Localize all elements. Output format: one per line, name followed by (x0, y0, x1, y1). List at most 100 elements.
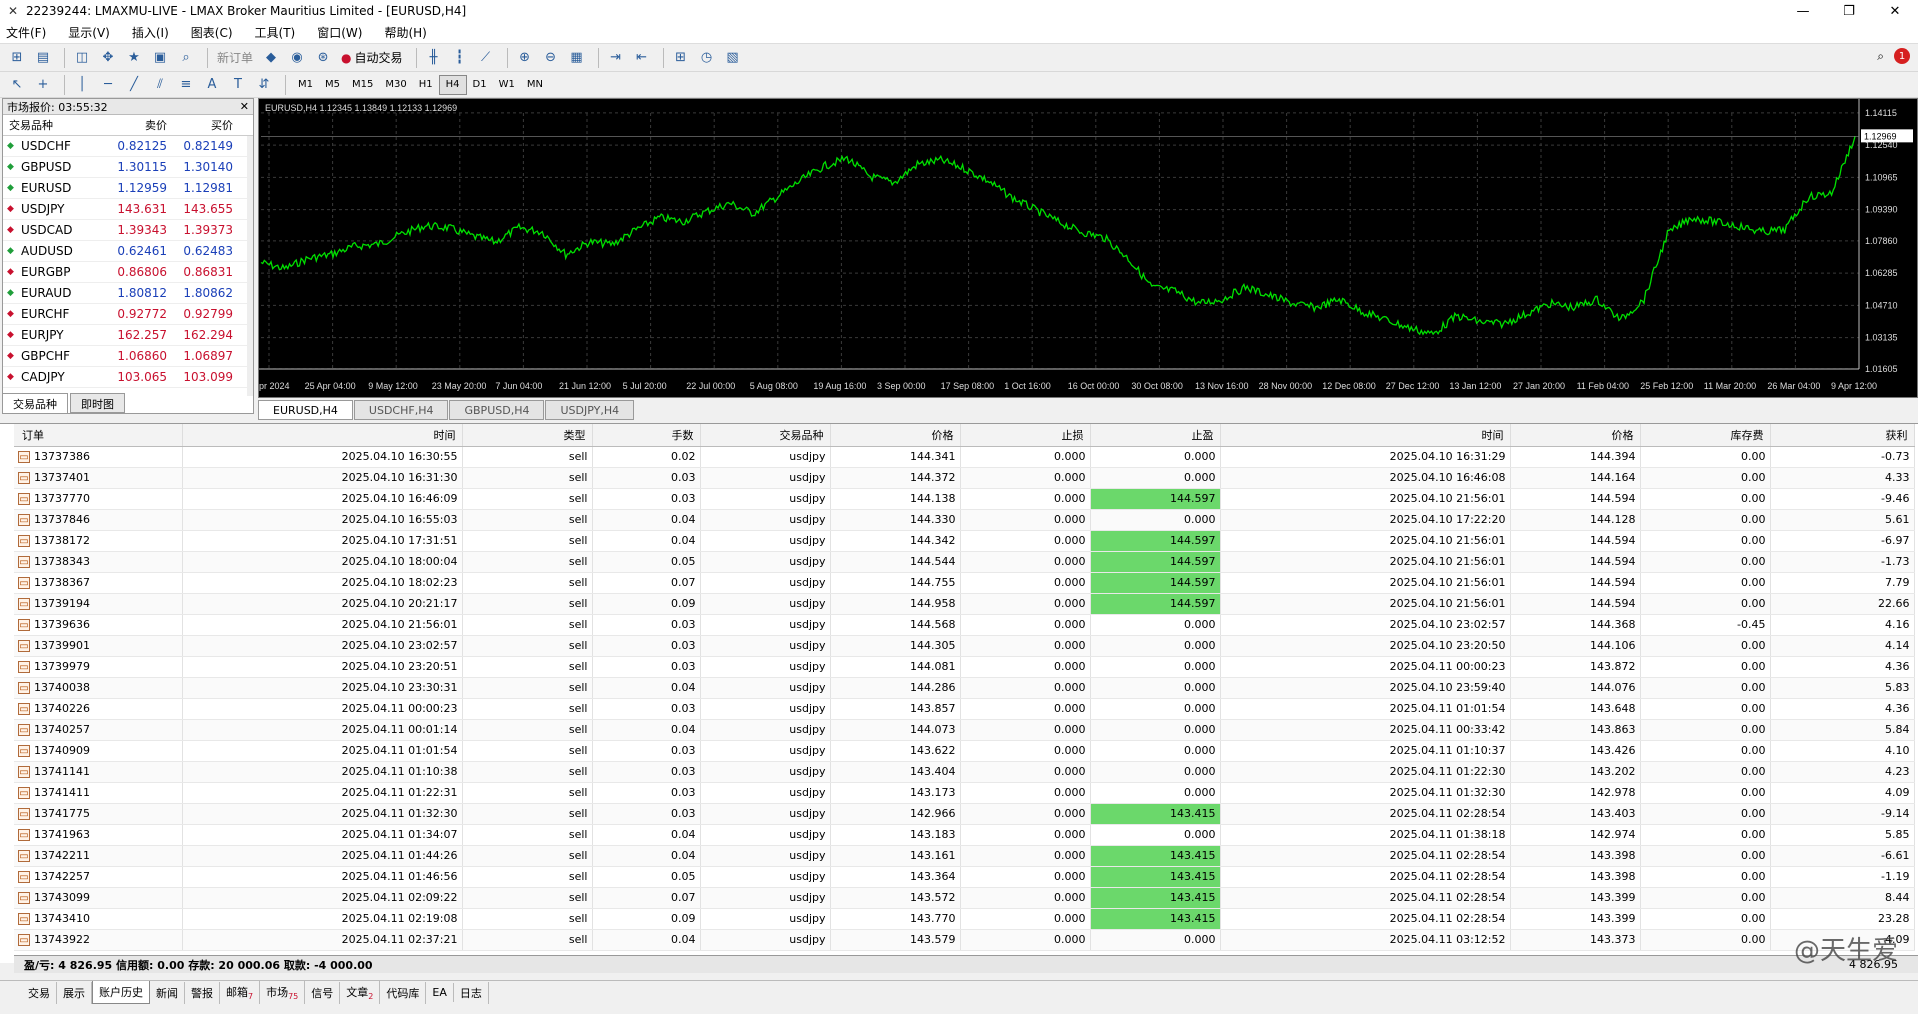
market-watch-row[interactable]: ◆ EURCHF 0.92772 0.92799 (3, 304, 253, 325)
market-watch-icon[interactable]: ◫ (71, 47, 93, 69)
column-header[interactable]: 类型 (462, 424, 593, 447)
minimize-button[interactable]: — (1780, 0, 1826, 22)
table-row[interactable]: ▭ 13737401 2025.04.10 16:31:30 sell 0.03 usdj… (14, 467, 1915, 489)
market-watch-row[interactable]: ◆ USDCHF 0.82125 0.82149 (3, 136, 253, 157)
tf-mn[interactable]: MN (521, 75, 549, 95)
table-row[interactable]: ▭ 13737386 2025.04.10 16:30:55 sell 0.02 usdj… (14, 446, 1915, 468)
table-row[interactable]: ▭ 13741141 2025.04.11 01:10:38 sell 0.03 usdj… (14, 761, 1915, 783)
text-label-icon[interactable]: T (227, 74, 249, 96)
chart-shift-icon[interactable]: ⇥ (605, 47, 627, 69)
column-header[interactable]: 价格 (830, 424, 961, 447)
auto-trading-button[interactable]: ● 自动交易 (338, 47, 406, 69)
market-watch-row[interactable]: ◆ USDJPY 143.631 143.655 (3, 199, 253, 220)
fibonacci-icon[interactable]: ≡ (175, 74, 197, 96)
column-header[interactable]: 获利 (1770, 424, 1915, 447)
tf-w1[interactable]: W1 (493, 75, 521, 95)
menu-charts[interactable]: 图表(C) (191, 24, 233, 41)
menu-file[interactable]: 文件(F) (6, 24, 46, 41)
table-row[interactable]: ▭ 13740226 2025.04.11 00:00:23 sell 0.03 usdj… (14, 698, 1915, 720)
signals-icon[interactable]: ⊛ (312, 47, 334, 69)
table-row[interactable]: ▭ 13740909 2025.04.11 01:01:54 sell 0.03 usdj… (14, 740, 1915, 762)
table-row[interactable]: ▭ 13742257 2025.04.11 01:46:56 sell 0.05 usdj… (14, 866, 1915, 888)
arrows-icon[interactable]: ⇵ (253, 74, 275, 96)
table-row[interactable]: ▭ 13738172 2025.04.10 17:31:51 sell 0.04 usdj… (14, 530, 1915, 552)
market-watch-row[interactable]: ◆ CADJPY 103.065 103.099 (3, 367, 253, 388)
column-header[interactable]: 时间 (182, 424, 463, 447)
table-row[interactable]: ▭ 13737770 2025.04.10 16:46:09 sell 0.03 usdj… (14, 488, 1915, 510)
table-row[interactable]: ▭ 13740257 2025.04.11 00:01:14 sell 0.04 usdj… (14, 719, 1915, 741)
tf-m15[interactable]: M15 (346, 75, 379, 95)
price-chart[interactable]: 1.12969 1.14115 1.12540 1.10965 1.09390 1.078… (258, 98, 1918, 398)
metaeditor-icon[interactable]: ◆ (260, 47, 282, 69)
column-header[interactable]: 止盈 (1090, 424, 1221, 447)
new-order-button[interactable]: 新订单 (214, 47, 256, 69)
table-row[interactable]: ▭ 13743922 2025.04.11 02:37:21 sell 0.04 usdj… (14, 929, 1915, 951)
market-watch-row[interactable]: ◆ GBPUSD 1.30115 1.30140 (3, 157, 253, 178)
terminal-tab[interactable]: 代码库 (380, 981, 427, 1004)
navigator-icon[interactable]: ★ (123, 47, 145, 69)
terminal-tab[interactable]: 文章2 (340, 980, 381, 1005)
data-window-icon[interactable]: ✥ (97, 47, 119, 69)
chart-tab[interactable]: GBPUSD,H4 (449, 400, 545, 420)
templates-icon[interactable]: ▧ (722, 47, 744, 69)
table-row[interactable]: ▭ 13738343 2025.04.10 18:00:04 sell 0.05 usdj… (14, 551, 1915, 573)
table-row[interactable]: ▭ 13738367 2025.04.10 18:02:23 sell 0.07 usdj… (14, 572, 1915, 594)
periods-icon[interactable]: ◷ (696, 47, 718, 69)
terminal-tab[interactable]: 市场75 (260, 980, 306, 1005)
tf-m5[interactable]: M5 (319, 75, 346, 95)
menu-window[interactable]: 窗口(W) (317, 24, 362, 41)
tile-windows-icon[interactable]: ▦ (566, 47, 588, 69)
column-header[interactable]: 订单 (14, 424, 183, 447)
cursor-icon[interactable]: ↖ (6, 74, 28, 96)
market-watch-row[interactable]: ◆ EURGBP 0.86806 0.86831 (3, 262, 253, 283)
col-ask[interactable]: 买价 (171, 117, 237, 133)
tf-h4[interactable]: H4 (438, 74, 467, 95)
tf-m1[interactable]: M1 (292, 75, 319, 95)
menu-help[interactable]: 帮助(H) (384, 24, 426, 41)
tf-m30[interactable]: M30 (379, 75, 412, 95)
market-watch-row[interactable]: ◆ USDCAD 1.39343 1.39373 (3, 220, 253, 241)
terminal-icon[interactable]: ▣ (149, 47, 171, 69)
tab-tick-chart[interactable]: 即时图 (70, 393, 125, 413)
table-row[interactable]: ▭ 13739901 2025.04.10 23:02:57 sell 0.03 usdj… (14, 635, 1915, 657)
chart-tab[interactable]: EURUSD,H4 (258, 400, 353, 420)
menu-view[interactable]: 显示(V) (68, 24, 110, 41)
table-row[interactable]: ▭ 13742211 2025.04.11 01:44:26 sell 0.04 usdj… (14, 845, 1915, 867)
channel-icon[interactable]: ⫽ (149, 74, 171, 96)
tester-icon[interactable]: ⌕ (175, 47, 197, 69)
table-row[interactable]: ▭ 13739979 2025.04.10 23:20:51 sell 0.03 usdj… (14, 656, 1915, 678)
vertical-line-icon[interactable]: │ (71, 74, 93, 96)
column-header[interactable]: 手数 (592, 424, 701, 447)
terminal-tab[interactable]: 邮箱7 (220, 980, 261, 1005)
market-watch-row[interactable]: ◆ EURUSD 1.12959 1.12981 (3, 178, 253, 199)
terminal-tab[interactable]: 展示 (57, 981, 92, 1004)
terminal-tab[interactable]: 警报 (185, 981, 220, 1004)
trendline-icon[interactable]: ╱ (123, 74, 145, 96)
column-header[interactable]: 止损 (960, 424, 1091, 447)
scrollbar[interactable] (247, 136, 253, 396)
market-watch-row[interactable]: ◆ EURJPY 162.257 162.294 (3, 325, 253, 346)
terminal-tab[interactable]: 新闻 (150, 981, 185, 1004)
market-watch-row[interactable]: ◆ EURAUD 1.80812 1.80862 (3, 283, 253, 304)
table-row[interactable]: ▭ 13741963 2025.04.11 01:34:07 sell 0.04 usdj… (14, 824, 1915, 846)
text-icon[interactable]: A (201, 74, 223, 96)
notification-icon[interactable]: 1 (1894, 48, 1910, 64)
market-watch-row[interactable]: ◆ AUDUSD 0.62461 0.62483 (3, 241, 253, 262)
close-icon[interactable]: ✕ (240, 100, 249, 113)
indicators-icon[interactable]: ⊞ (670, 47, 692, 69)
terminal-tab[interactable]: 账户历史 (92, 981, 150, 1004)
column-header[interactable]: 时间 (1220, 424, 1511, 447)
chart-tab[interactable]: USDCHF,H4 (353, 400, 449, 420)
line-chart-icon[interactable]: ⟋ (475, 47, 497, 69)
bar-chart-icon[interactable]: ╫ (423, 47, 445, 69)
table-row[interactable]: ▭ 13739636 2025.04.10 21:56:01 sell 0.03 usdj… (14, 614, 1915, 636)
terminal-tab[interactable]: 日志 (454, 981, 489, 1004)
crosshair-icon[interactable]: + (32, 74, 54, 96)
maximize-button[interactable]: ❐ (1826, 0, 1872, 22)
terminal-tab[interactable]: 交易 (22, 981, 57, 1004)
zoom-out-icon[interactable]: ⊖ (540, 47, 562, 69)
profiles-icon[interactable]: ▤ (32, 47, 54, 69)
menu-tools[interactable]: 工具(T) (255, 24, 296, 41)
candlestick-icon[interactable]: ┇ (449, 47, 471, 69)
search-icon[interactable]: ⌕ (1877, 49, 1884, 64)
